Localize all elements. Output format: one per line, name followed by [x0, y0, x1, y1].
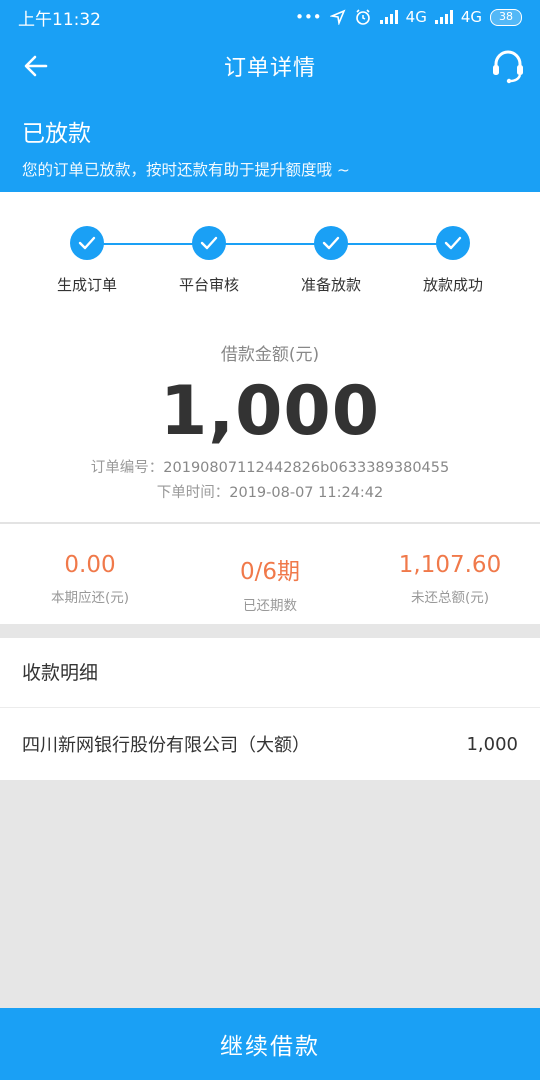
stat-value: 0/6期	[239, 559, 300, 585]
status-bar: 上午11:32 ••• 4G 4G 38	[0, 0, 540, 34]
order-number-label: 订单编号：	[90, 460, 164, 476]
section-gap	[0, 624, 540, 638]
order-time-label: 下单时间：	[156, 485, 230, 501]
headset-icon	[493, 50, 523, 84]
nav-bar: 订单详情	[0, 34, 540, 98]
stat-label: 未还总额(元)	[410, 590, 490, 606]
alarm-icon	[355, 9, 370, 25]
stat-label: 已还期数	[243, 598, 297, 614]
clock: 上午11:32	[18, 9, 101, 30]
location-arrow-icon	[329, 9, 346, 25]
order-number: 订单编号：20190807112442826b0633389380455	[0, 456, 540, 477]
stat-current-due: 0.00 本期应还(元)	[0, 524, 180, 624]
battery-icon: 38	[490, 8, 522, 26]
arrow-left-icon	[24, 55, 48, 77]
check-icon	[436, 226, 470, 260]
page-title: 订单详情	[223, 56, 316, 81]
receipt-amount: 1,000	[466, 733, 518, 755]
order-time: 下单时间：2019-08-07 11:24:42	[0, 481, 540, 502]
order-status-header: 已放款 您的订单已放款，按时还款有助于提升额度哦 ~	[0, 98, 540, 192]
step-label: 平台审核	[178, 276, 239, 294]
loan-amount-label: 借款金额(元)	[220, 345, 320, 365]
network-label-2: 4G	[460, 8, 482, 26]
more-dots-icon: •••	[295, 8, 322, 26]
stat-label: 本期应还(元)	[50, 590, 130, 606]
customer-service-button[interactable]	[488, 46, 528, 86]
receipt-title: 收款明细	[0, 638, 540, 708]
network-label-1: 4G	[405, 8, 427, 26]
order-number-value: 20190807112442826b0633389380455	[163, 460, 450, 476]
status-icons: ••• 4G 4G 38	[295, 8, 522, 26]
step-platform-review: 平台审核	[154, 226, 264, 295]
step-prepare-loan: 准备放款	[276, 226, 386, 295]
order-time-value: 2019-08-07 11:24:42	[229, 485, 384, 501]
loan-amount-value: 1,000	[159, 372, 381, 451]
repayment-stats: 0.00 本期应还(元) 0/6期 已还期数 1,107.60 未还总额(元)	[0, 524, 540, 624]
signal-icon-2	[434, 10, 453, 24]
continue-borrowing-button[interactable]: 继续借款	[0, 1008, 540, 1080]
receipt-row: 四川新网银行股份有限公司（大额） 1,000	[0, 708, 540, 780]
step-label: 准备放款	[300, 276, 361, 294]
check-icon	[314, 226, 348, 260]
receipt-details: 收款明细 四川新网银行股份有限公司（大额） 1,000	[0, 638, 540, 780]
stat-value: 0.00	[64, 552, 116, 578]
stat-remaining-total: 1,107.60 未还总额(元)	[360, 524, 540, 624]
check-icon	[192, 226, 226, 260]
step-label: 生成订单	[56, 276, 117, 294]
step-loan-success: 放款成功	[398, 226, 508, 295]
order-status-subtitle: 您的订单已放款，按时还款有助于提升额度哦 ~	[22, 161, 350, 179]
back-button[interactable]	[20, 50, 52, 82]
stat-repaid-periods: 0/6期 已还期数	[180, 524, 360, 624]
check-icon	[70, 226, 104, 260]
order-status-title: 已放款	[22, 121, 91, 147]
step-label: 放款成功	[422, 276, 483, 294]
stat-value: 1,107.60	[398, 552, 502, 578]
receipt-bank-name: 四川新网银行股份有限公司（大额）	[22, 735, 310, 756]
step-create-order: 生成订单	[32, 226, 142, 295]
signal-icon	[379, 10, 398, 24]
